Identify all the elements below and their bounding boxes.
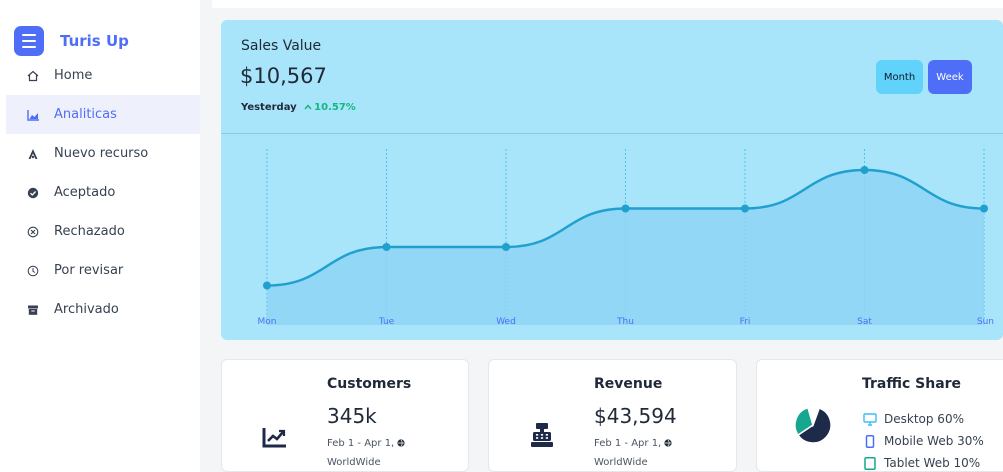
data-point[interactable] <box>502 243 510 251</box>
data-point[interactable] <box>621 204 630 213</box>
legend-item-tablet: Tablet Web 10% <box>863 452 984 472</box>
x-tick-label: Sat <box>857 317 872 327</box>
sales-chart: Mon Tue Wed Thu Fri Sat Sun <box>258 149 994 327</box>
traffic-legend: Desktop 60% Mobile Web 30% Tablet Web 10… <box>863 408 984 472</box>
caret-up-icon <box>304 104 312 110</box>
x-tick-label: Mon <box>258 317 277 327</box>
sidebar-nav: Home Analiticas Nuevo recurso Aceptado R… <box>6 56 200 329</box>
brand-name: Turis Up <box>60 32 129 50</box>
customers-card: Customers 345k Feb 1 - Apr 1, WorldWide <box>221 359 469 472</box>
menu-icon[interactable] <box>14 26 44 56</box>
sidebar-item-por-revisar[interactable]: Por revisar <box>6 251 200 290</box>
customers-value: 345k <box>327 404 377 428</box>
sidebar-item-archivado[interactable]: Archivado <box>6 290 200 329</box>
top-bar <box>212 0 1003 8</box>
x-tick-label: Sun <box>977 317 994 327</box>
check-circle-icon <box>26 186 40 200</box>
sales-comparison: Yesterday 10.57% <box>241 102 356 113</box>
globe-icon <box>664 439 673 447</box>
sales-delta-value: 10.57% <box>314 102 356 113</box>
sidebar-item-aceptado[interactable]: Aceptado <box>6 173 200 212</box>
revenue-region: WorldWide <box>594 457 648 468</box>
desktop-icon <box>863 412 877 426</box>
x-tick-label: Wed <box>496 317 516 327</box>
customers-title: Customers <box>327 376 412 392</box>
globe-icon <box>397 439 406 447</box>
sidebar-item-label: Por revisar <box>54 263 124 278</box>
x-tick-label: Tue <box>378 317 395 327</box>
revenue-date: Feb 1 - Apr 1, <box>594 438 673 449</box>
chart-icon <box>26 108 40 122</box>
x-tick-label: Thu <box>616 317 634 327</box>
legend-label: Mobile Web 30% <box>884 434 984 448</box>
sidebar-item-label: Nuevo recurso <box>54 146 149 161</box>
revenue-date-text: Feb 1 - Apr 1, <box>594 438 662 449</box>
legend-label: Desktop 60% <box>884 412 964 426</box>
sidebar-item-rechazado[interactable]: Rechazado <box>6 212 200 251</box>
sales-value: $10,567 <box>240 64 327 88</box>
data-point[interactable] <box>382 243 391 251</box>
tablet-icon <box>864 456 876 470</box>
sidebar-item-label: Archivado <box>54 302 119 317</box>
sidebar-item-label: Rechazado <box>54 224 125 239</box>
customers-region: WorldWide <box>327 457 381 468</box>
legend-label: Tablet Web 10% <box>884 456 981 470</box>
sidebar-item-nuevo-recurso[interactable]: Nuevo recurso <box>6 134 200 173</box>
revenue-title: Revenue <box>594 376 663 392</box>
sales-value-card: Sales Value $10,567 Yesterday 10.57% Mon… <box>221 20 1003 340</box>
customers-date: Feb 1 - Apr 1, <box>327 438 406 449</box>
mobile-icon <box>865 434 875 448</box>
data-point[interactable] <box>741 204 749 213</box>
x-circle-icon <box>26 225 40 239</box>
customers-date-text: Feb 1 - Apr 1, <box>327 438 395 449</box>
home-icon <box>26 69 40 83</box>
sales-delta: 10.57% <box>304 102 356 113</box>
traffic-share-card: Traffic Share Desktop 60% Mobile Web 30%… <box>756 359 1003 472</box>
cash-register-icon <box>531 422 553 452</box>
legend-item-mobile: Mobile Web 30% <box>863 430 984 452</box>
brand[interactable]: Turis Up <box>14 26 129 56</box>
trend-chart-icon <box>262 426 288 452</box>
sidebar: Turis Up Home Analiticas Nuevo recurso A… <box>0 0 200 472</box>
sales-period: Yesterday <box>241 102 297 113</box>
sidebar-item-label: Aceptado <box>54 185 116 200</box>
sidebar-item-home[interactable]: Home <box>6 56 200 95</box>
data-point[interactable] <box>980 204 988 213</box>
sidebar-item-analiticas[interactable]: Analiticas <box>6 95 200 134</box>
data-point[interactable] <box>860 166 869 174</box>
data-point[interactable] <box>263 281 271 290</box>
revenue-card: Revenue $43,594 Feb 1 - Apr 1, WorldWide <box>488 359 737 472</box>
sidebar-item-label: Analiticas <box>54 107 117 122</box>
month-button[interactable]: Month <box>876 60 923 94</box>
revenue-value: $43,594 <box>594 404 677 428</box>
resource-icon <box>26 147 40 161</box>
sales-title: Sales Value <box>241 38 322 54</box>
week-button[interactable]: Week <box>928 60 972 94</box>
clock-icon <box>26 264 40 278</box>
legend-item-desktop: Desktop 60% <box>863 408 984 430</box>
sidebar-item-label: Home <box>54 68 93 83</box>
traffic-pie-chart <box>794 406 832 444</box>
traffic-title: Traffic Share <box>862 376 962 392</box>
x-tick-label: Fri <box>740 317 751 327</box>
archive-icon <box>26 303 40 317</box>
